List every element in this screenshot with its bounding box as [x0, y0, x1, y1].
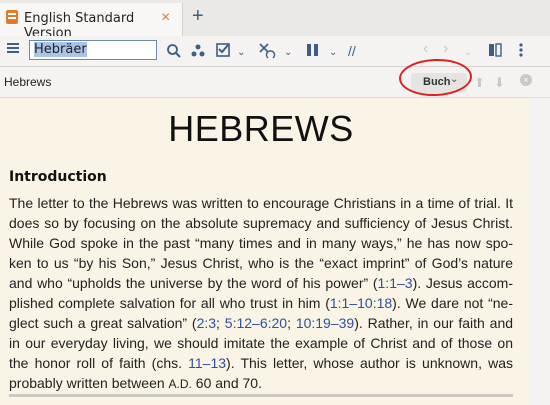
- introduction-paragraph: The letter to the Hebrews was written to…: [9, 195, 514, 391]
- tab-bar: English Standard Version × +: [0, 0, 550, 41]
- chevron-down-icon[interactable]: ⌄: [329, 43, 337, 63]
- forward-icon[interactable]: ›: [443, 39, 448, 59]
- tab-english-standard-version[interactable]: English Standard Version ×: [0, 3, 183, 41]
- divider: [9, 394, 513, 397]
- book-icon: [6, 10, 18, 24]
- slashes-button[interactable]: //: [348, 41, 356, 61]
- arrow-down-icon[interactable]: ⬇: [494, 75, 505, 91]
- more-options-icon[interactable]: [518, 42, 524, 58]
- add-tab-icon[interactable]: +: [192, 6, 204, 26]
- menu-icon[interactable]: [7, 43, 19, 45]
- scripture-link[interactable]: 5:12–6:20: [225, 315, 287, 331]
- toolbar: Hebräer ⌄ ⌄ ⌄ // ‹ › ⌄: [0, 36, 550, 67]
- columns-icon[interactable]: [306, 43, 320, 57]
- chevron-down-icon[interactable]: ⌄: [284, 43, 292, 63]
- introduction-heading: Introduction: [9, 169, 107, 185]
- back-icon[interactable]: ‹: [423, 39, 428, 59]
- book-title: HEBREWS: [168, 108, 354, 149]
- scripture-link[interactable]: 1:1–10:18: [330, 295, 392, 311]
- history-chevron-icon[interactable]: ⌄: [464, 43, 472, 63]
- arrow-up-icon[interactable]: ⬆: [474, 75, 485, 91]
- scripture-link[interactable]: 1:1–3: [378, 275, 413, 291]
- document-content: HEBREWS Introduction The letter to the H…: [0, 98, 550, 405]
- close-icon[interactable]: ×: [520, 74, 532, 86]
- chevron-down-icon[interactable]: ⌄: [237, 43, 245, 63]
- three-dots-icon[interactable]: [190, 43, 206, 59]
- check-icon[interactable]: [216, 42, 232, 58]
- panel-layout-icon[interactable]: [488, 43, 502, 57]
- scrollbar[interactable]: [530, 98, 550, 405]
- scripture-link[interactable]: 11–13: [188, 355, 226, 371]
- close-tab-icon[interactable]: ×: [161, 9, 170, 27]
- scripture-link[interactable]: 2:3: [197, 315, 216, 331]
- search-icon[interactable]: [166, 43, 182, 59]
- scripture-link[interactable]: 10:19–39: [296, 315, 354, 331]
- interlinear-icon[interactable]: [258, 42, 278, 60]
- section-title: Hebrews: [4, 75, 52, 89]
- reference-input[interactable]: Hebräer: [29, 40, 157, 60]
